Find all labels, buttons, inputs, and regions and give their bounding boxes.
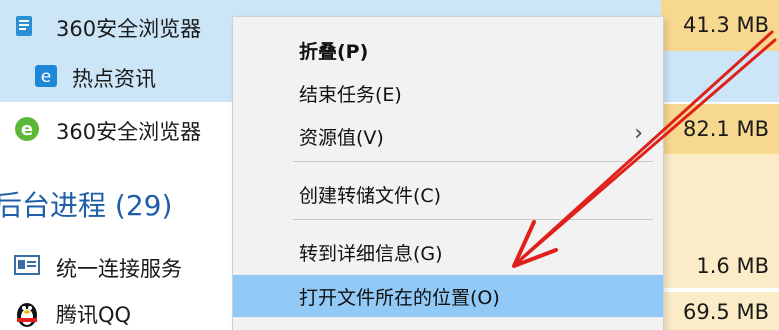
menu-item-resource-values[interactable]: 资源值(V) ›: [233, 115, 663, 155]
process-name: 360安全浏览器: [56, 120, 202, 144]
process-name: 360安全浏览器: [56, 17, 202, 41]
menu-item-label: 打开文件所在的位置(O): [299, 287, 500, 309]
process-name: 腾讯QQ: [56, 303, 132, 327]
menu-item-label: 创建转储文件(C): [299, 185, 442, 207]
process-name: 统一连接服务: [56, 257, 182, 281]
chevron-right-icon: ›: [634, 121, 643, 146]
browser-doc-icon: [12, 14, 36, 38]
menu-item-go-to-details[interactable]: 转到详细信息(G): [233, 231, 663, 271]
memory-value: 41.3 MB: [661, 0, 779, 51]
menu-item-open-file-location[interactable]: 打开文件所在的位置(O): [233, 275, 663, 317]
process-name: 热点资讯: [72, 67, 156, 91]
menu-item-label: 转到详细信息(G): [299, 243, 443, 265]
menu-item-collapse[interactable]: 折叠(P): [233, 29, 663, 69]
menu-item-label: 资源值(V): [299, 127, 384, 149]
menu-item-create-dump[interactable]: 创建转储文件(C): [233, 173, 663, 213]
menu-item-label: 折叠(P): [299, 41, 369, 63]
menu-separator: [293, 219, 653, 220]
menu-item-end-task[interactable]: 结束任务(E): [233, 72, 663, 112]
context-menu: 折叠(P) 结束任务(E) 资源值(V) › 创建转储文件(C) 转到详细信息(…: [232, 16, 664, 330]
memory-value: 1.6 MB: [661, 244, 779, 288]
browser-e-green-icon: e: [14, 116, 40, 142]
svg-text:e: e: [21, 119, 33, 140]
penguin-icon: [14, 298, 40, 328]
memory-value: 69.5 MB: [661, 292, 779, 330]
memory-value: 82.1 MB: [661, 104, 779, 154]
memory-column-fill: [661, 154, 779, 244]
menu-separator: [293, 161, 653, 162]
svg-text:e: e: [41, 67, 51, 87]
background-processes-title[interactable]: 后台进程 (29): [0, 184, 172, 224]
menu-item-label: 结束任务(E): [299, 84, 402, 106]
browser-e-icon: e: [34, 64, 58, 88]
window-icon: [14, 254, 40, 276]
